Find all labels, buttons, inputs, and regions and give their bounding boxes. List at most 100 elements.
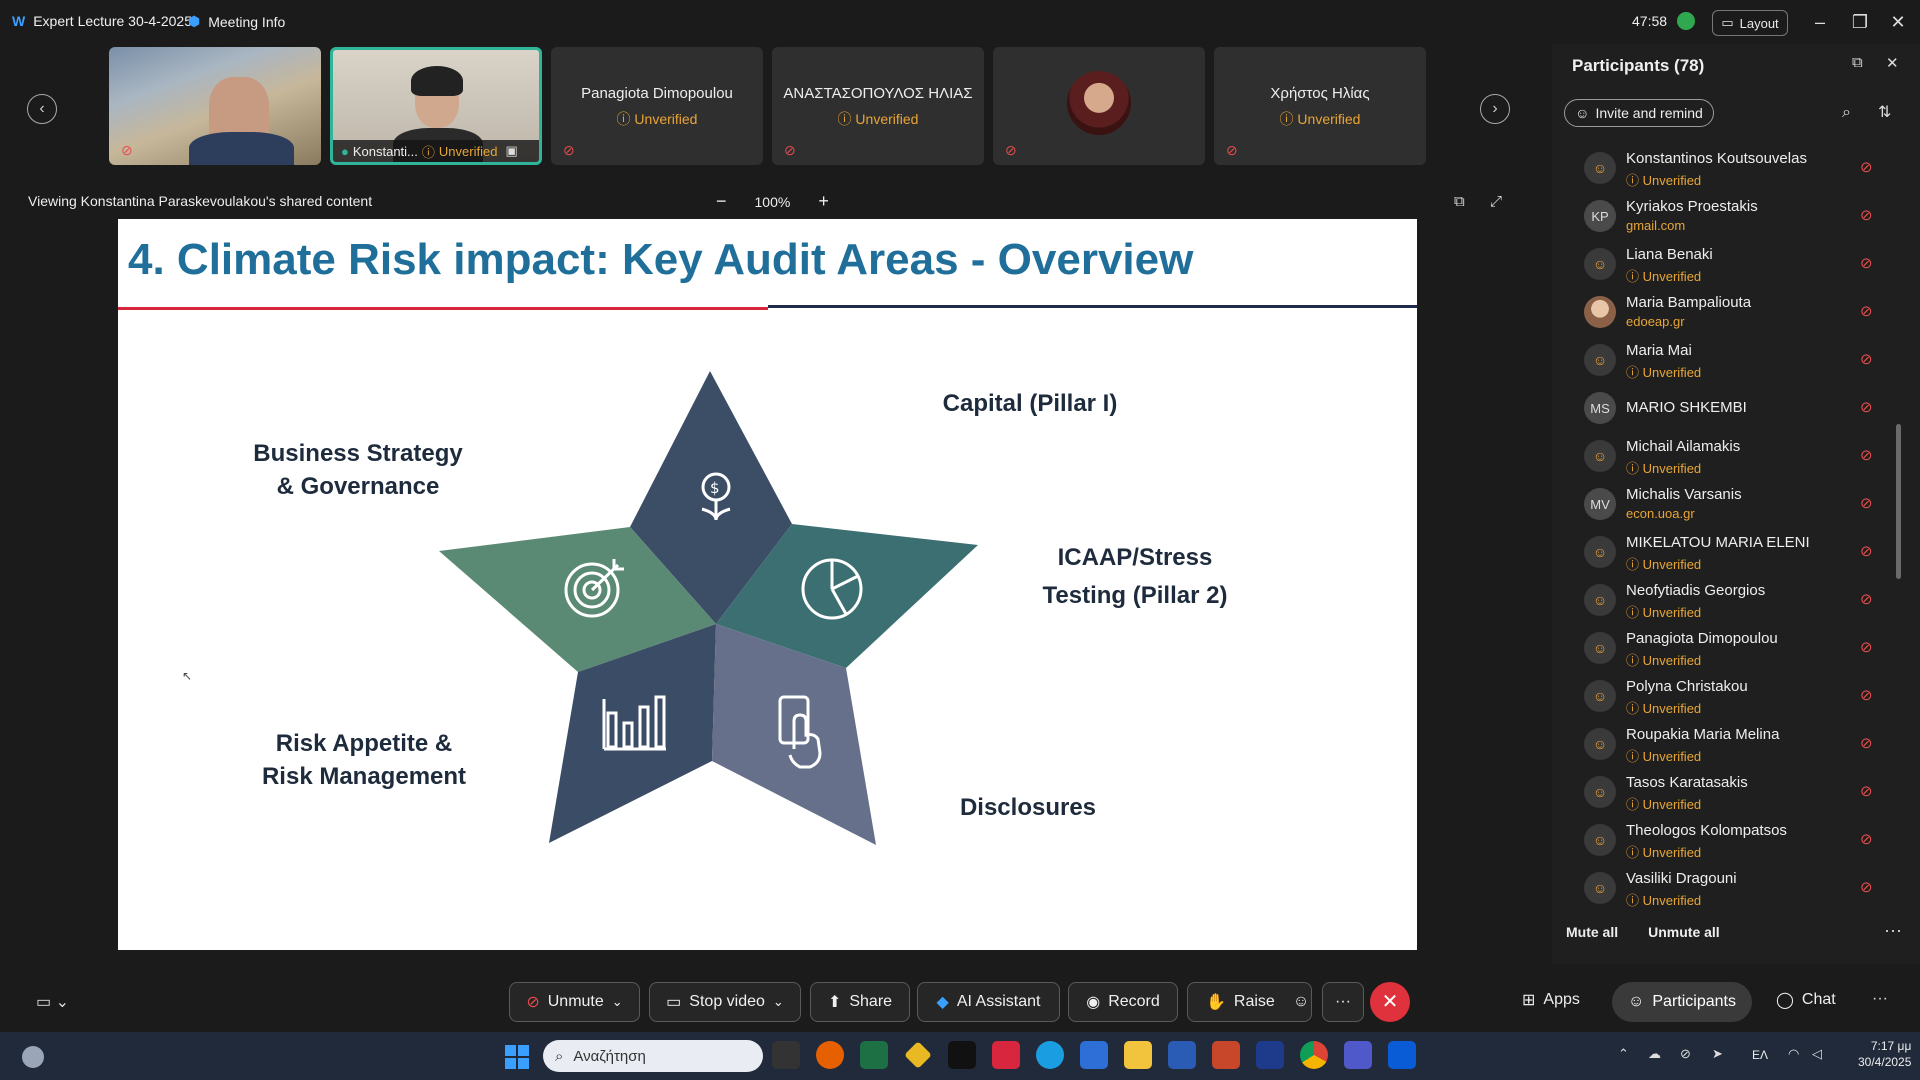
stop-video-button[interactable]: ▭ Stop video ⌄ (649, 982, 801, 1022)
layout-button[interactable]: ▭ Layout (1712, 10, 1788, 36)
toolbar-more-icon[interactable]: ··· (1872, 990, 1888, 1008)
participant-row[interactable]: ☺ Vasiliki Dragouni ⓘ Unverified ⊘ (1552, 864, 1892, 912)
participants-scrollbar[interactable] (1896, 424, 1901, 579)
volume-icon[interactable]: ◁ (1812, 1046, 1822, 1062)
video-tile-6[interactable]: Χρήστος Ηλίας ⓘ Unverified ⊘ (1214, 47, 1426, 165)
task-view-icon[interactable] (772, 1041, 800, 1069)
muted-mic-icon[interactable]: ⊘ (1860, 446, 1873, 464)
search-icon[interactable]: ⌕ (1842, 104, 1851, 122)
widgets-icon[interactable] (22, 1046, 44, 1068)
muted-mic-icon[interactable]: ⊘ (1860, 830, 1873, 848)
muted-mic-icon[interactable]: ⊘ (1860, 254, 1873, 272)
unmute-button[interactable]: ⊘ Unmute ⌄ (509, 982, 640, 1022)
muted-mic-icon[interactable]: ⊘ (1860, 734, 1873, 752)
muted-mic-icon[interactable]: ⊘ (1860, 590, 1873, 608)
raise-hand-icon: ✋ (1206, 994, 1226, 1011)
file-explorer-icon[interactable] (1124, 1041, 1152, 1069)
participant-row[interactable]: MV Michalis Varsanis econ.uoa.gr ⊘ (1552, 480, 1892, 528)
muted-mic-icon[interactable]: ⊘ (1860, 686, 1873, 704)
leave-meeting-button[interactable]: ✕ (1370, 982, 1410, 1022)
muted-mic-icon[interactable]: ⊘ (1860, 542, 1873, 560)
windows-start-icon[interactable] (505, 1045, 529, 1069)
taskbar-clock[interactable]: 7:17 μμ 30/4/2025 (1858, 1038, 1911, 1070)
close-icon[interactable]: ✕ (1880, 8, 1916, 36)
fullscreen-icon[interactable]: ⤢ (1490, 193, 1502, 210)
zoom-out-button[interactable]: − (716, 191, 727, 212)
taskbar-search-input[interactable]: ⌕ Αναζήτηση (543, 1040, 763, 1072)
tray-chevron-icon[interactable]: ⌃ (1618, 1046, 1629, 1062)
invite-remind-button[interactable]: ☺ Invite and remind (1564, 99, 1714, 127)
participant-row[interactable]: ☺ MIKELATOU MARIA ELENI ⓘ Unverified ⊘ (1552, 528, 1892, 576)
firefox-icon[interactable] (816, 1041, 844, 1069)
chrome-icon[interactable] (1300, 1041, 1328, 1069)
muted-mic-icon[interactable]: ⊘ (1860, 206, 1873, 224)
popout-panel-icon[interactable]: ⧉ (1852, 54, 1863, 71)
location-icon[interactable]: ➤ (1712, 1046, 1723, 1062)
participant-row[interactable]: ☺ Panagiota Dimopoulou ⓘ Unverified ⊘ (1552, 624, 1892, 672)
record-button[interactable]: ◉ Record (1068, 982, 1178, 1022)
participant-row[interactable]: ☺ Neofytiadis Georgios ⓘ Unverified ⊘ (1552, 576, 1892, 624)
powerpoint-icon[interactable] (1212, 1041, 1240, 1069)
video-tile-3[interactable]: Panagiota Dimopoulou ⓘ Unverified ⊘ (551, 47, 763, 165)
muted-mic-icon[interactable]: ⊘ (1860, 878, 1873, 896)
teams-icon[interactable] (1344, 1041, 1372, 1069)
unmute-all-button[interactable]: Unmute all (1648, 924, 1720, 940)
more-options-button[interactable]: ··· (1322, 982, 1364, 1022)
participant-row[interactable]: ☺ Michail Ailamakis ⓘ Unverified ⊘ (1552, 432, 1892, 480)
language-indicator[interactable]: ΕΛ (1752, 1048, 1768, 1062)
store-icon[interactable] (1080, 1041, 1108, 1069)
mic-muted-tray-icon[interactable]: ⊘ (1680, 1046, 1691, 1062)
network-status-icon[interactable] (1677, 12, 1695, 30)
muted-mic-icon[interactable]: ⊘ (1860, 782, 1873, 800)
participant-row[interactable]: ☺ Konstantinos Koutsouvelas ⓘ Unverified ⊘ (1552, 144, 1892, 192)
popout-share-icon[interactable]: ⧉ (1454, 193, 1465, 210)
app-red-icon[interactable] (992, 1041, 1020, 1069)
video-tile-4[interactable]: ΑΝΑΣΤΑΣΟΠΟΥΛΟΣ ΗΛΙΑΣ ⓘ Unverified ⊘ (772, 47, 984, 165)
participant-row[interactable]: ☺ Roupakia Maria Melina ⓘ Unverified ⊘ (1552, 720, 1892, 768)
restore-icon[interactable]: ❐ (1842, 8, 1878, 36)
webex-active-icon[interactable] (1388, 1041, 1416, 1069)
excel-icon[interactable] (860, 1041, 888, 1069)
muted-mic-icon[interactable]: ⊘ (1860, 638, 1873, 656)
participant-row[interactable]: Maria Bampaliouta edoeap.gr ⊘ (1552, 288, 1892, 336)
minimize-icon[interactable]: – (1802, 8, 1838, 36)
webex-icon[interactable] (1256, 1041, 1284, 1069)
muted-mic-icon[interactable]: ⊘ (1860, 350, 1873, 368)
video-tile-5[interactable]: ⊘ (993, 47, 1205, 165)
word-icon[interactable] (1168, 1041, 1196, 1069)
edge-icon[interactable] (1036, 1041, 1064, 1069)
chat-button[interactable]: ◯ Chat (1776, 990, 1836, 1010)
participant-row[interactable]: ☺ Liana Benaki ⓘ Unverified ⊘ (1552, 240, 1892, 288)
muted-mic-icon[interactable]: ⊘ (1860, 398, 1873, 416)
meeting-info-button[interactable]: ⬢ Meeting Info (188, 13, 285, 30)
participant-row[interactable]: ☺ Maria Mai ⓘ Unverified ⊘ (1552, 336, 1892, 384)
participant-row[interactable]: ☺ Polyna Christakou ⓘ Unverified ⊘ (1552, 672, 1892, 720)
participants-button[interactable]: ☺ Participants (1612, 982, 1752, 1022)
unverified-user-icon: ☺ (1584, 680, 1616, 712)
video-tile-2-active-speaker[interactable]: ● Konstanti... ⓘ Unverified ▣ (330, 47, 542, 165)
muted-mic-icon[interactable]: ⊘ (1860, 302, 1873, 320)
ai-assistant-button[interactable]: ◆ AI Assistant (917, 982, 1060, 1022)
participant-row[interactable]: ☺ Tasos Karatasakis ⓘ Unverified ⊘ (1552, 768, 1892, 816)
participant-row[interactable]: MS MARIO SHKEMBI ⊘ (1552, 384, 1892, 432)
close-panel-icon[interactable]: ✕ (1886, 54, 1899, 72)
wifi-icon[interactable]: ◠ (1788, 1046, 1799, 1062)
zoom-in-button[interactable]: + (818, 191, 829, 212)
muted-mic-icon[interactable]: ⊘ (1860, 494, 1873, 512)
share-button[interactable]: ⬆ Share (810, 982, 910, 1022)
mute-all-button[interactable]: Mute all (1566, 924, 1618, 940)
participant-row[interactable]: KP Kyriakos Proestakis gmail.com ⊘ (1552, 192, 1892, 240)
video-tile-1[interactable]: ⊘ (109, 47, 321, 165)
participant-row[interactable]: ☺ Theologos Kolompatsos ⓘ Unverified ⊘ (1552, 816, 1892, 864)
captions-button[interactable]: ▭ ⌄ (36, 992, 69, 1012)
onedrive-icon[interactable]: ☁ (1648, 1046, 1661, 1062)
raise-hand-button[interactable]: ✋ Raise ☺ (1187, 982, 1312, 1022)
muted-mic-icon[interactable]: ⊘ (1860, 158, 1873, 176)
panel-more-icon[interactable]: ··· (1884, 920, 1902, 941)
prev-video-icon[interactable]: ‹ (27, 94, 57, 124)
sort-icon[interactable]: ⇅ (1878, 102, 1891, 122)
apps-button[interactable]: ⊞ Apps (1522, 990, 1580, 1010)
tradingview-icon[interactable] (948, 1041, 976, 1069)
next-video-icon[interactable]: › (1480, 94, 1510, 124)
avatar-initials: MS (1584, 392, 1616, 424)
